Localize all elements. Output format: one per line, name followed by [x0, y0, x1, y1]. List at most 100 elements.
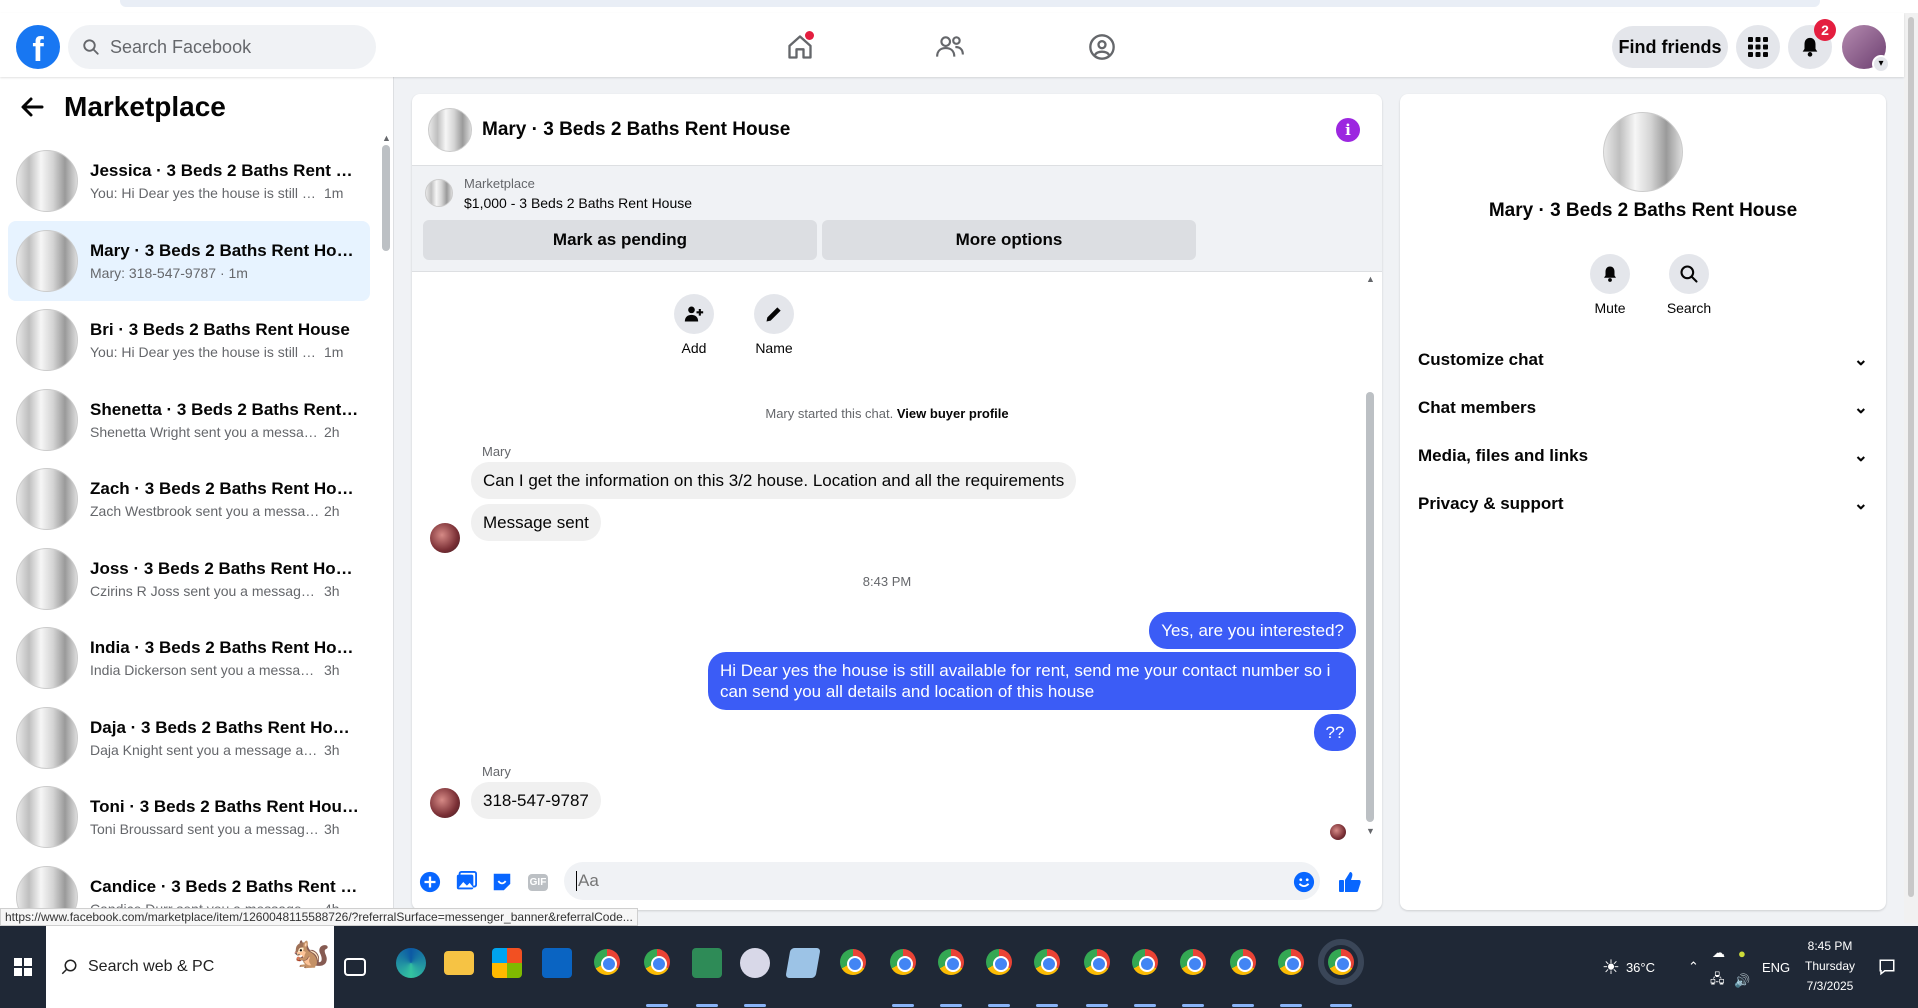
facebook-logo[interactable]: f [16, 25, 60, 69]
conversation-item[interactable]: Toni · 3 Beds 2 Baths Rent House Toni Bro… [8, 777, 370, 857]
mark-as-pending-button[interactable]: Mark as pending [423, 220, 817, 260]
page-scrollbar[interactable] [1904, 13, 1918, 923]
outgoing-message[interactable]: ?? [1314, 714, 1356, 751]
search-in-chat-button[interactable]: Search [1659, 254, 1719, 316]
friends-tab[interactable] [930, 27, 970, 67]
conversation-item[interactable]: Bri · 3 Beds 2 Baths Rent House You: Hi D… [8, 300, 370, 380]
weather-widget[interactable]: ☀ 36°C [1602, 926, 1655, 1008]
like-thumbs-up-icon[interactable] [1338, 870, 1362, 894]
page-scrollbar-thumb[interactable] [1908, 17, 1914, 897]
chrome-window-icon[interactable] [986, 949, 1012, 975]
chat-avatar[interactable] [428, 107, 472, 152]
show-hidden-icons-chevron-icon[interactable]: ⌃ [1688, 926, 1699, 1008]
listing-thumbnail[interactable] [425, 179, 453, 207]
conversation-avatar [16, 150, 78, 212]
emoji-icon[interactable] [1292, 870, 1316, 894]
chat-title[interactable]: Mary · 3 Beds 2 Baths Rent House [482, 119, 790, 141]
notification-center-icon[interactable] [1878, 926, 1896, 1008]
message-input[interactable] [564, 862, 1320, 900]
conversation-item[interactable]: Zach · 3 Beds 2 Baths Rent House Zach Wes… [8, 459, 370, 539]
spreadsheet-app-icon[interactable] [692, 948, 722, 978]
chrome-window-icon[interactable] [840, 949, 866, 975]
language-indicator[interactable]: ENG [1762, 926, 1790, 1008]
notifications-button[interactable]: 2 [1788, 19, 1836, 69]
incoming-message[interactable]: Message sent [471, 504, 601, 541]
chrome-window-icon[interactable] [1034, 949, 1060, 975]
details-avatar[interactable] [1603, 112, 1683, 192]
chrome-window-icon[interactable] [890, 949, 916, 975]
conversation-preview: Candice Durr sent you a message a... [90, 901, 320, 909]
network-tray-icon[interactable]: 🖧 [1710, 940, 1725, 1008]
info-icon[interactable]: i [1336, 118, 1360, 142]
conversation-item[interactable]: Candice · 3 Beds 2 Baths Rent H... Candic… [8, 857, 370, 909]
chrome-window-icon[interactable] [1230, 949, 1256, 975]
conversation-avatar [16, 547, 78, 610]
store-icon[interactable] [492, 948, 522, 978]
sidebar-scrollbar[interactable] [382, 145, 390, 251]
account-avatar[interactable]: ▾ [1842, 25, 1890, 73]
media-files-links-row[interactable]: Media, files and links ⌄ [1418, 436, 1868, 476]
conversation-item[interactable]: Shenetta · 3 Beds 2 Baths Rent H... Shene… [8, 380, 370, 460]
add-people-action[interactable]: Add [664, 294, 724, 356]
chrome-window-icon[interactable] [1132, 949, 1158, 975]
weather-icon: ☀ [1602, 956, 1620, 979]
chrome-profile-icon[interactable] [644, 949, 670, 975]
outgoing-message[interactable]: Hi Dear yes the house is still available… [708, 652, 1356, 710]
gif-icon[interactable]: GIF [526, 870, 550, 894]
customize-chat-row[interactable]: Customize chat ⌄ [1418, 340, 1868, 380]
photo-icon[interactable] [454, 870, 478, 894]
outlook-icon[interactable] [542, 948, 572, 978]
start-button[interactable] [0, 926, 46, 1008]
system-clock[interactable]: 8:45 PM Thursday 7/3/2025 [1790, 936, 1870, 996]
task-view-icon[interactable] [344, 958, 366, 976]
conversation-item[interactable]: India · 3 Beds 2 Baths Rent House India D… [8, 618, 370, 698]
search-icon [1669, 254, 1709, 294]
mute-button[interactable]: Mute [1580, 254, 1640, 316]
plus-icon[interactable] [418, 870, 442, 894]
listing-price-title[interactable]: $1,000 - 3 Beds 2 Baths Rent House [464, 195, 692, 211]
paint-app-icon[interactable] [740, 948, 770, 978]
scroll-up-arrow-icon[interactable]: ▲ [382, 133, 391, 143]
chrome-window-icon[interactable] [1084, 949, 1110, 975]
back-arrow-icon[interactable] [20, 96, 44, 118]
file-explorer-icon[interactable] [444, 951, 474, 975]
sender-avatar[interactable] [430, 523, 460, 553]
incoming-message[interactable]: Can I get the information on this 3/2 ho… [471, 462, 1077, 499]
chrome-window-icon[interactable] [1278, 949, 1304, 975]
volume-tray-icon[interactable]: 🔊 [1734, 940, 1750, 1008]
find-friends-button[interactable]: Find friends [1612, 26, 1728, 68]
sender-avatar[interactable] [430, 788, 460, 818]
row-label: Chat members [1418, 398, 1537, 417]
chrome-window-icon[interactable] [938, 949, 964, 975]
name-chat-action[interactable]: Name [744, 294, 804, 356]
conversation-subline: Shenetta Wright sent you a messag... 2h [90, 424, 360, 440]
chat-members-row[interactable]: Chat members ⌄ [1418, 388, 1868, 428]
search-facebook-box[interactable]: Search Facebook [68, 25, 376, 69]
chevron-down-icon: ⌄ [1853, 350, 1868, 369]
conversation-item[interactable]: Joss · 3 Beds 2 Baths Rent House Czirins … [8, 539, 370, 619]
scroll-up-arrow-icon[interactable]: ▲ [1366, 274, 1375, 284]
more-options-button[interactable]: More options [822, 220, 1196, 260]
privacy-support-row[interactable]: Privacy & support ⌄ [1418, 484, 1868, 524]
home-tab[interactable] [780, 27, 820, 67]
conversation-item[interactable]: Jessica · 3 Beds 2 Baths Rent Ho... You: … [8, 141, 370, 221]
scroll-down-arrow-icon[interactable]: ▼ [1366, 826, 1375, 836]
chrome-icon[interactable] [594, 949, 620, 975]
chat-scrollbar[interactable] [1366, 392, 1374, 822]
notes-app-icon[interactable] [785, 948, 821, 978]
sticker-icon[interactable] [490, 870, 514, 894]
view-buyer-profile-link[interactable]: View buyer profile [897, 406, 1009, 421]
chrome-active-window-icon[interactable] [1318, 939, 1364, 985]
conversation-item[interactable]: Daja · 3 Beds 2 Baths Rent House Daja Kni… [8, 698, 370, 778]
conversation-info: Mary · 3 Beds 2 Baths Rent House Mary: 31… [90, 241, 360, 281]
chrome-window-icon[interactable] [1180, 949, 1206, 975]
incoming-message[interactable]: 318-547-9787 [471, 782, 601, 819]
menu-button[interactable] [1736, 25, 1780, 69]
edge-icon[interactable] [396, 948, 426, 978]
groups-tab[interactable] [1082, 27, 1122, 67]
conversation-preview: Czirins R Joss sent you a message a... [90, 582, 320, 599]
conversation-item[interactable]: Mary · 3 Beds 2 Baths Rent House Mary: 31… [8, 220, 370, 301]
conversation-subline: Candice Durr sent you a message a... 4h [90, 901, 360, 909]
outgoing-message[interactable]: Yes, are you interested? [1149, 612, 1356, 649]
taskbar-search[interactable]: Search web & PC 🐿️ [46, 926, 334, 1008]
